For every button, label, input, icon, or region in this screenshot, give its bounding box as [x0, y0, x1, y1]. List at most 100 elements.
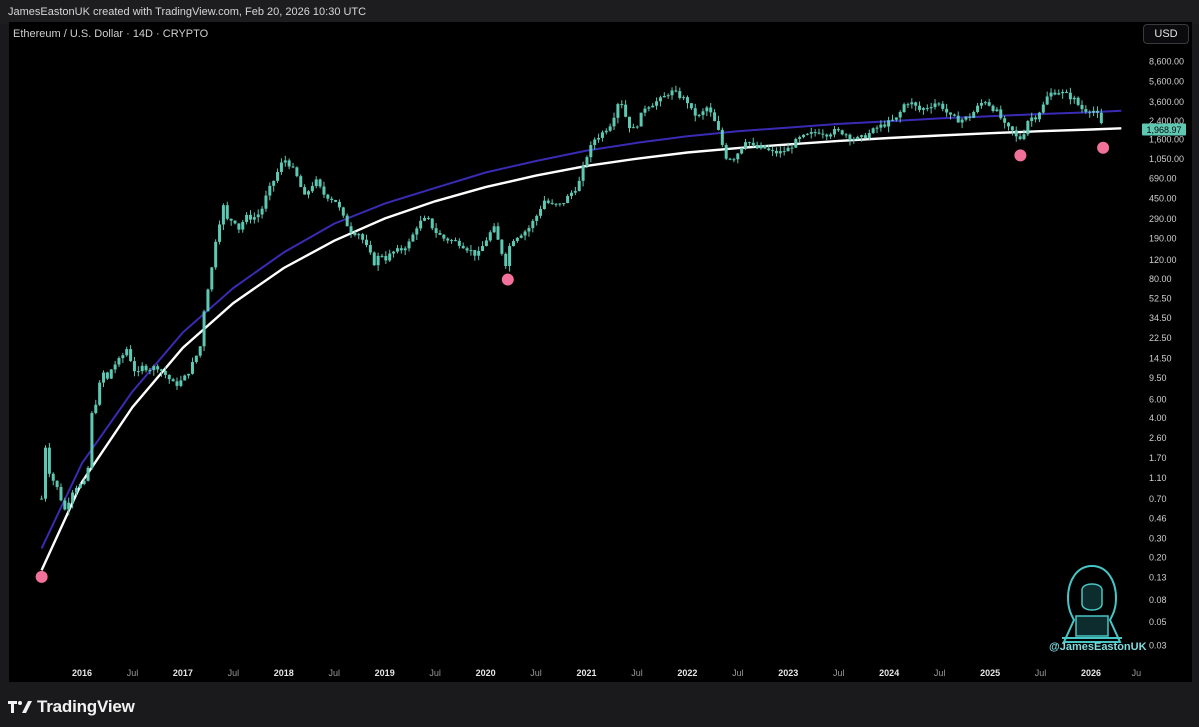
candle-body [817, 132, 821, 134]
candle-body [624, 104, 628, 117]
chart-canvas[interactable]: 8,600.005,600.003,600.002,400.001,600.00… [0, 0, 1199, 727]
candle-body [832, 129, 836, 135]
candle-body [933, 103, 937, 108]
candle-body [214, 241, 218, 268]
candle-body [720, 129, 724, 145]
candle-body [430, 218, 434, 229]
candle-body [890, 119, 894, 121]
bottom-marker [1014, 149, 1027, 162]
y-tick-label: 0.05 [1149, 617, 1167, 627]
candle-body [248, 214, 252, 220]
candle-body [910, 102, 914, 105]
candle-body [403, 248, 407, 251]
y-tick-label: 3,600.00 [1149, 97, 1184, 107]
candle-body [171, 379, 175, 382]
candle-body [651, 105, 655, 108]
bottom-marker [501, 273, 514, 286]
y-tick-label: 2.60 [1149, 433, 1167, 443]
candle-body [237, 223, 241, 230]
x-tick-label: Jul [833, 668, 845, 678]
time-axis[interactable]: 2016 Jul 2017 Jul 2018 Jul 2019 Jul 2020 Jul 2021 J… [72, 668, 1141, 678]
candle-body [608, 126, 612, 131]
candle-body [47, 447, 51, 474]
x-tick-label: 2016 [72, 668, 92, 678]
candle-body [388, 253, 392, 261]
candle-body [326, 194, 330, 199]
y-tick-label: 0.20 [1149, 552, 1167, 562]
candle-body [937, 103, 941, 105]
candle-body [384, 255, 388, 261]
candle-body [156, 366, 160, 370]
candle-body [558, 203, 562, 205]
candle-body [616, 104, 620, 118]
candle-body [438, 233, 442, 235]
candle-body [1037, 112, 1041, 120]
candle-body [1092, 110, 1096, 113]
candle-body [446, 238, 450, 241]
candle-body [639, 112, 643, 127]
candle-body [682, 97, 686, 99]
candle-body [419, 220, 423, 229]
candle-body [821, 133, 825, 135]
candle-body [887, 120, 891, 127]
candle-body [1084, 109, 1088, 112]
candle-body [102, 372, 106, 383]
x-tick-label: 2017 [173, 668, 193, 678]
candle-body [349, 226, 353, 233]
candle-body [357, 234, 361, 236]
y-tick-label: 0.13 [1149, 572, 1167, 582]
candle-body [620, 104, 624, 106]
candle-body [113, 364, 117, 370]
candle-body [674, 90, 678, 92]
footer-bar [0, 684, 1199, 727]
candle-body [871, 128, 875, 134]
candle-body [94, 404, 98, 414]
tradingview-logo[interactable]: TradingView [8, 697, 135, 717]
candle-body [577, 180, 581, 192]
candle-body [728, 158, 732, 160]
candle-body [194, 355, 198, 363]
candle-body [140, 365, 144, 372]
x-tick-label: Ju [1132, 668, 1142, 678]
candle-body [1076, 97, 1080, 105]
candle-body [747, 142, 751, 144]
candle-body [771, 150, 775, 152]
candle-body [686, 97, 690, 104]
candle-body [98, 382, 102, 405]
candle-body [256, 214, 260, 218]
candle-body [906, 104, 910, 106]
candle-body [751, 142, 755, 146]
candle-body [306, 191, 310, 195]
candle-body [450, 240, 454, 242]
currency-button[interactable]: USD [1143, 24, 1189, 44]
candle-body [481, 246, 485, 252]
candle-body [798, 137, 802, 140]
candle-body [453, 240, 457, 242]
y-tick-label: 120.00 [1149, 255, 1177, 265]
candle-body [1099, 112, 1103, 124]
candle-body [941, 103, 945, 109]
candle-body [724, 144, 728, 159]
candle-body [995, 109, 999, 112]
candle-body [883, 124, 887, 127]
candle-body [589, 145, 593, 158]
candle-body [457, 240, 461, 246]
price-axis[interactable]: 8,600.005,600.003,600.002,400.001,600.00… [1142, 57, 1186, 651]
y-tick-label: 34.50 [1149, 313, 1172, 323]
candle-body [283, 160, 287, 163]
candle-body [527, 228, 531, 232]
symbol-title[interactable]: Ethereum / U.S. Dollar · 14D · CRYPTO [13, 28, 208, 40]
candle-body [805, 133, 809, 135]
candle-body [1061, 91, 1065, 94]
candle-body [1018, 136, 1022, 140]
candle-body [82, 480, 86, 484]
candle-body [759, 145, 763, 149]
y-tick-label: 80.00 [1149, 274, 1172, 284]
candle-body [693, 108, 697, 116]
candle-body [1030, 117, 1034, 122]
candle-body [1080, 104, 1084, 110]
candle-body [597, 137, 601, 140]
x-tick-label: Jul [530, 668, 542, 678]
y-tick-label: 1,600.00 [1149, 135, 1184, 145]
candle-body [767, 148, 771, 151]
